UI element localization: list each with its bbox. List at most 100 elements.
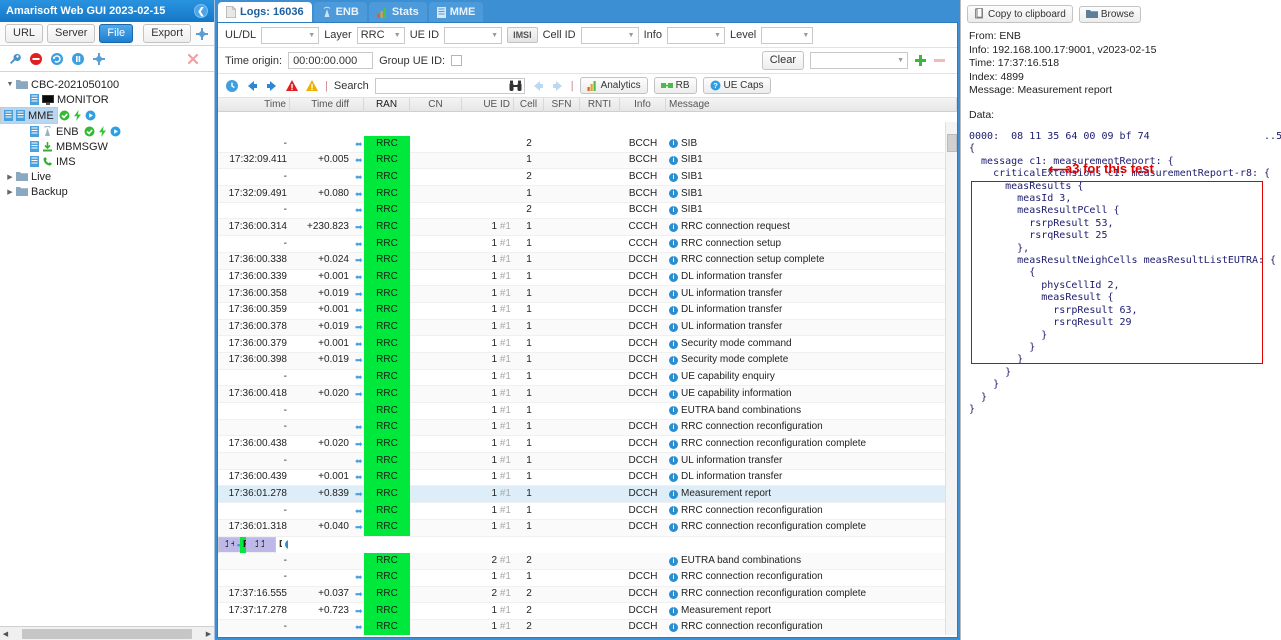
- plus-icon[interactable]: [914, 54, 927, 67]
- table-row[interactable]: 17:36:00.379 +0.001 ⬌ RRC 1 #1 1 DCCH i Security…: [218, 335, 957, 353]
- tab-logs[interactable]: Logs: 16036: [218, 2, 312, 22]
- check-icon[interactable]: [84, 126, 95, 137]
- export-button[interactable]: Export: [143, 24, 191, 43]
- table-row[interactable]: 17:32:09.411 +0.005 ⬌ RRC 1 BCCH i SIB1: [218, 152, 957, 170]
- table-row[interactable]: - ⬌ RRC 2 BCCH i SIB1: [218, 202, 957, 220]
- analytics-button[interactable]: Analytics: [579, 77, 648, 94]
- table-row[interactable]: 17:36:00.359 +0.001 ⬌ RRC 1 #1 1 DCCH i DL infor…: [218, 302, 957, 320]
- scroll-left-arrow-icon[interactable]: ◀: [0, 630, 11, 638]
- expand-arrow-icon[interactable]: ▶: [4, 188, 16, 196]
- table-row[interactable]: 17:37:16.555 +0.037 ➡ RRC 2 #1 2 DCCH i RRC conn…: [218, 586, 957, 604]
- clear-button[interactable]: Clear: [761, 51, 804, 70]
- error-icon[interactable]: [285, 79, 299, 93]
- table-row[interactable]: - ⬌ RRC 1 #1 1 DCCH i RRC connection reconfigur…: [218, 502, 957, 520]
- ue-caps-button[interactable]: ? UE Caps: [702, 77, 771, 94]
- table-row[interactable]: 17:36:00.398 +0.019 ➡ RRC 1 #1 1 DCCH i Security…: [218, 352, 957, 370]
- info-select[interactable]: ▼: [666, 26, 725, 44]
- table-row[interactable]: - RRC 2 #1 2 i EUTRA band combinations: [218, 552, 957, 570]
- close-icon[interactable]: [186, 52, 200, 66]
- preset-select[interactable]: ▼: [810, 52, 908, 69]
- wrench-icon[interactable]: [8, 52, 22, 66]
- arrow-left-icon[interactable]: [245, 79, 259, 93]
- table-row[interactable]: 17:36:00.438 +0.020 ➡ RRC 1 #1 1 DCCH i RRC conn…: [218, 435, 957, 454]
- column-header-cell[interactable]: Cell: [514, 97, 544, 112]
- bolt-icon[interactable]: [98, 126, 107, 137]
- expand-arrow-icon[interactable]: ▶: [4, 173, 16, 181]
- table-row[interactable]: 17:36:00.338 +0.024 ➡ RRC 1 #1 1 DCCH i RRC conn…: [218, 252, 957, 270]
- column-header-timediff[interactable]: Time diff: [290, 98, 352, 112]
- plug-icon[interactable]: [195, 27, 209, 41]
- uldl-select[interactable]: ▼: [261, 26, 320, 44]
- tree-item-monitor[interactable]: MONITOR: [0, 92, 214, 107]
- level-select[interactable]: ▼: [761, 26, 814, 44]
- rb-button[interactable]: RB: [653, 77, 697, 94]
- column-header-cn[interactable]: CN: [410, 97, 462, 112]
- bolt-icon[interactable]: [73, 110, 82, 121]
- table-row[interactable]: 17:37:16.518+75.200➡RRC1 #11DCCHiMeasure…: [218, 536, 288, 554]
- prev-icon[interactable]: [531, 79, 545, 93]
- layer-select[interactable]: RRC ▼: [356, 26, 405, 44]
- play-icon[interactable]: [85, 110, 96, 121]
- tree-item-ims[interactable]: IMS: [0, 154, 214, 169]
- warning-icon[interactable]: [305, 79, 319, 93]
- server-button[interactable]: Server: [47, 24, 96, 43]
- refresh-icon[interactable]: [50, 52, 64, 66]
- ueid-select[interactable]: ▼: [444, 26, 503, 44]
- table-row[interactable]: - RRC 1 #1 1 i EUTRA band combinations: [218, 402, 957, 420]
- table-row[interactable]: - ⬌ RRC 1 #1 1 DCCH i RRC connection reconfigur…: [218, 569, 957, 587]
- scroll-thumb[interactable]: [947, 134, 957, 152]
- tree-item-mbmsgw[interactable]: MBMSGW: [0, 139, 214, 154]
- table-vertical-scrollbar[interactable]: [945, 122, 957, 635]
- table-row[interactable]: 17:36:00.378 +0.019 ➡ RRC 1 #1 1 DCCH i UL infor…: [218, 319, 957, 337]
- tab-mme[interactable]: MME: [428, 2, 484, 22]
- column-header-ueid[interactable]: UE ID: [462, 97, 514, 112]
- tab-enb[interactable]: ENB: [313, 2, 367, 22]
- expand-arrow-icon[interactable]: ▼: [4, 81, 16, 88]
- file-button[interactable]: File: [99, 24, 134, 43]
- binoculars-icon[interactable]: [509, 80, 522, 93]
- table-row[interactable]: 17:36:01.278 +0.839 ➡ RRC 1 #1 1 DCCH i Measurem…: [218, 485, 957, 504]
- stop-icon[interactable]: [29, 52, 43, 66]
- table-row[interactable]: 17:36:00.418 +0.020 ➡ RRC 1 #1 1 DCCH i UE capab…: [218, 385, 957, 403]
- check-icon[interactable]: [59, 110, 70, 121]
- cellid-select[interactable]: ▼: [580, 26, 639, 44]
- column-header-message[interactable]: Message: [666, 97, 957, 112]
- table-row[interactable]: 17:36:00.314 +230.823 ➡ RRC 1 #1 1 CCCH i RRC co…: [218, 218, 957, 237]
- play-icon[interactable]: [110, 126, 121, 137]
- table-row[interactable]: 17:37:17.278 +0.723 ➡ RRC 1 #1 2 DCCH i Measurem…: [218, 602, 957, 620]
- time-origin-input[interactable]: 00:00:00.000: [288, 52, 374, 69]
- table-row[interactable]: 17:36:00.339 +0.001 ⬌ RRC 1 #1 1 DCCH i DL infor…: [218, 269, 957, 287]
- scroll-thumb[interactable]: [22, 628, 192, 639]
- tree-item-enb[interactable]: ENB: [0, 124, 214, 139]
- arrow-right-icon[interactable]: [265, 79, 279, 93]
- table-row[interactable]: - ⬌ RRC 1 #1 1 DCCH i UL information transfer: [218, 452, 957, 470]
- tree-item-mme[interactable]: MME: [0, 107, 96, 124]
- imsi-button[interactable]: IMSI: [507, 27, 538, 43]
- group-ueid-checkbox[interactable]: [451, 55, 463, 66]
- minus-icon[interactable]: [933, 54, 946, 67]
- column-header-info[interactable]: Info: [620, 97, 666, 112]
- clock-icon[interactable]: [225, 79, 239, 93]
- column-header-sfn[interactable]: SFN: [544, 97, 580, 112]
- table-row[interactable]: 17:36:01.318 +0.040 ➡ RRC 1 #1 1 DCCH i RRC conn…: [218, 519, 957, 537]
- pause-icon[interactable]: [71, 52, 85, 66]
- sidebar-horizontal-scrollbar[interactable]: ◀ ▶: [0, 626, 214, 640]
- browse-button[interactable]: Browse: [1078, 5, 1142, 23]
- column-header-rnti[interactable]: RNTI: [580, 97, 620, 112]
- table-row[interactable]: - ⬌ RRC 2 BCCH i SIB1: [218, 168, 957, 187]
- scroll-right-arrow-icon[interactable]: ▶: [203, 630, 214, 638]
- table-row[interactable]: - ⬌ RRC 1 #1 1 CCCH i RRC connection setup: [218, 235, 957, 253]
- table-row[interactable]: - ⬌ RRC 1 #1 2 DCCH i RRC connection reconfigur…: [218, 619, 957, 635]
- table-row[interactable]: 17:36:00.358 +0.019 ➡ RRC 1 #1 1 DCCH i UL infor…: [218, 285, 957, 303]
- tree-item-cbc[interactable]: ▼ CBC-2021050100: [0, 77, 214, 92]
- url-button[interactable]: URL: [5, 24, 44, 43]
- table-row[interactable]: - ⬌ RRC 1 #1 1 DCCH i UE capability enquiry: [218, 369, 957, 387]
- table-row[interactable]: - ⬌ RRC 2 BCCH i SIB: [218, 136, 957, 153]
- search-input[interactable]: [374, 77, 525, 94]
- chevron-left-icon[interactable]: ❮: [194, 4, 208, 18]
- copy-to-clipboard-button[interactable]: Copy to clipboard: [967, 5, 1073, 23]
- column-header-ran[interactable]: RAN: [364, 97, 410, 112]
- table-row[interactable]: 17:32:09.491 +0.080 ⬌ RRC 1 BCCH i SIB1: [218, 185, 957, 203]
- plug-icon[interactable]: [92, 52, 106, 66]
- log-table-body[interactable]: - ⬌ RRC 2 BCCH i SIB 17:32:09.411 +0.005 ⬌ RRC 1 BCC…: [218, 136, 957, 635]
